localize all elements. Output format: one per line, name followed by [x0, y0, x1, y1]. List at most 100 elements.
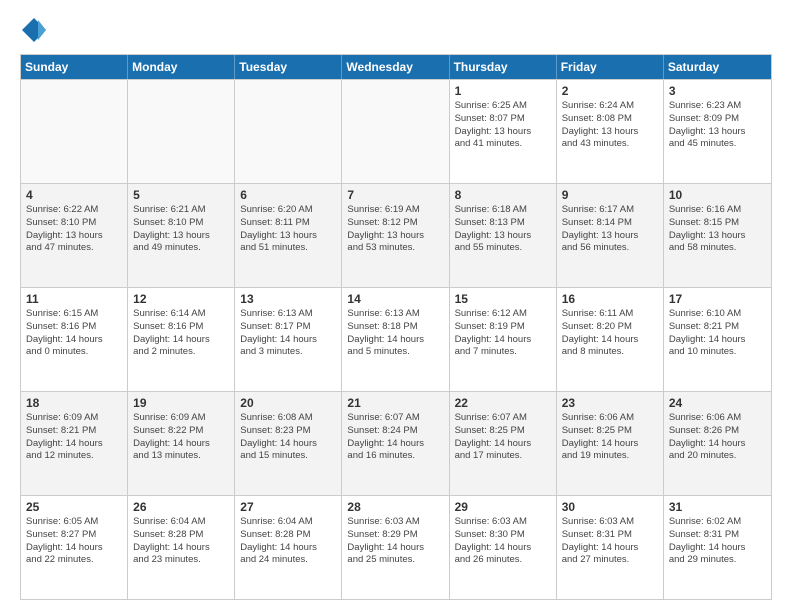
day-info: Sunrise: 6:04 AM Sunset: 8:28 PM Dayligh…: [240, 516, 336, 567]
day-info: Sunrise: 6:19 AM Sunset: 8:12 PM Dayligh…: [347, 204, 443, 255]
day-number: 26: [133, 500, 229, 514]
calendar-cell-11: 8 Sunrise: 6:18 AM Sunset: 8:13 PM Daylig…: [450, 184, 557, 287]
day-number: 31: [669, 500, 766, 514]
day-info: Sunrise: 6:13 AM Sunset: 8:18 PM Dayligh…: [347, 308, 443, 359]
day-number: 10: [669, 188, 766, 202]
day-info: Sunrise: 6:15 AM Sunset: 8:16 PM Dayligh…: [26, 308, 122, 359]
header-day-sunday: Sunday: [21, 55, 128, 79]
day-info: Sunrise: 6:02 AM Sunset: 8:31 PM Dayligh…: [669, 516, 766, 567]
day-number: 20: [240, 396, 336, 410]
day-info: Sunrise: 6:11 AM Sunset: 8:20 PM Dayligh…: [562, 308, 658, 359]
day-number: 14: [347, 292, 443, 306]
calendar-cell-29: 26Sunrise: 6:04 AM Sunset: 8:28 PM Dayli…: [128, 496, 235, 599]
day-number: 21: [347, 396, 443, 410]
day-info: Sunrise: 6:22 AM Sunset: 8:10 PM Dayligh…: [26, 204, 122, 255]
header-day-saturday: Saturday: [664, 55, 771, 79]
page: SundayMondayTuesdayWednesdayThursdayFrid…: [0, 0, 792, 612]
header-day-friday: Friday: [557, 55, 664, 79]
day-number: 1: [455, 84, 551, 98]
day-number: 3: [669, 84, 766, 98]
day-info: Sunrise: 6:08 AM Sunset: 8:23 PM Dayligh…: [240, 412, 336, 463]
day-number: 2: [562, 84, 658, 98]
header-day-wednesday: Wednesday: [342, 55, 449, 79]
day-info: Sunrise: 6:05 AM Sunset: 8:27 PM Dayligh…: [26, 516, 122, 567]
calendar-cell-25: 22Sunrise: 6:07 AM Sunset: 8:25 PM Dayli…: [450, 392, 557, 495]
day-info: Sunrise: 6:03 AM Sunset: 8:31 PM Dayligh…: [562, 516, 658, 567]
day-number: 15: [455, 292, 551, 306]
day-number: 29: [455, 500, 551, 514]
day-info: Sunrise: 6:18 AM Sunset: 8:13 PM Dayligh…: [455, 204, 551, 255]
logo: [20, 16, 52, 44]
day-number: 9: [562, 188, 658, 202]
calendar-cell-10: 7Sunrise: 6:19 AM Sunset: 8:12 PM Daylig…: [342, 184, 449, 287]
calendar-cell-24: 21 Sunrise: 6:07 AM Sunset: 8:24 PM Dayli…: [342, 392, 449, 495]
calendar-header: SundayMondayTuesdayWednesdayThursdayFrid…: [21, 55, 771, 79]
day-info: Sunrise: 6:03 AM Sunset: 8:29 PM Dayligh…: [347, 516, 443, 567]
header-day-thursday: Thursday: [450, 55, 557, 79]
day-number: 28: [347, 500, 443, 514]
header-day-tuesday: Tuesday: [235, 55, 342, 79]
calendar-cell-18: 15 Sunrise: 6:12 AM Sunset: 8:19 PM Dayli…: [450, 288, 557, 391]
calendar-cell-15: 12 Sunrise: 6:14 AM Sunset: 8:16 PM Dayli…: [128, 288, 235, 391]
calendar-cell-6: 3 Sunrise: 6:23 AM Sunset: 8:09 PM Daylig…: [664, 80, 771, 183]
calendar-cell-34: 31 Sunrise: 6:02 AM Sunset: 8:31 PM Dayli…: [664, 496, 771, 599]
day-info: Sunrise: 6:07 AM Sunset: 8:24 PM Dayligh…: [347, 412, 443, 463]
calendar-cell-12: 9 Sunrise: 6:17 AM Sunset: 8:14 PM Daylig…: [557, 184, 664, 287]
day-info: Sunrise: 6:06 AM Sunset: 8:26 PM Dayligh…: [669, 412, 766, 463]
day-info: Sunrise: 6:23 AM Sunset: 8:09 PM Dayligh…: [669, 100, 766, 151]
calendar-cell-20: 17 Sunrise: 6:10 AM Sunset: 8:21 PM Dayli…: [664, 288, 771, 391]
calendar-cell-4: 1 Sunrise: 6:25 AM Sunset: 8:07 PM Daylig…: [450, 80, 557, 183]
day-number: 19: [133, 396, 229, 410]
day-info: Sunrise: 6:12 AM Sunset: 8:19 PM Dayligh…: [455, 308, 551, 359]
calendar-cell-17: 14 Sunrise: 6:13 AM Sunset: 8:18 PM Dayli…: [342, 288, 449, 391]
day-info: Sunrise: 6:21 AM Sunset: 8:10 PM Dayligh…: [133, 204, 229, 255]
calendar-cell-14: 11 Sunrise: 6:15 AM Sunset: 8:16 PM Dayli…: [21, 288, 128, 391]
calendar-row-1: 1 Sunrise: 6:25 AM Sunset: 8:07 PM Daylig…: [21, 79, 771, 183]
day-number: 4: [26, 188, 122, 202]
calendar-row-4: 18 Sunrise: 6:09 AM Sunset: 8:21 PM Dayli…: [21, 391, 771, 495]
day-number: 5: [133, 188, 229, 202]
day-info: Sunrise: 6:24 AM Sunset: 8:08 PM Dayligh…: [562, 100, 658, 151]
day-info: Sunrise: 6:07 AM Sunset: 8:25 PM Dayligh…: [455, 412, 551, 463]
day-number: 17: [669, 292, 766, 306]
day-info: Sunrise: 6:20 AM Sunset: 8:11 PM Dayligh…: [240, 204, 336, 255]
calendar-cell-0: [21, 80, 128, 183]
day-number: 23: [562, 396, 658, 410]
calendar-cell-30: 27 Sunrise: 6:04 AM Sunset: 8:28 PM Dayli…: [235, 496, 342, 599]
calendar-cell-27: 24 Sunrise: 6:06 AM Sunset: 8:26 PM Dayli…: [664, 392, 771, 495]
calendar-cell-31: 28 Sunrise: 6:03 AM Sunset: 8:29 PM Dayli…: [342, 496, 449, 599]
day-info: Sunrise: 6:14 AM Sunset: 8:16 PM Dayligh…: [133, 308, 229, 359]
day-info: Sunrise: 6:13 AM Sunset: 8:17 PM Dayligh…: [240, 308, 336, 359]
header-day-monday: Monday: [128, 55, 235, 79]
calendar-cell-23: 20 Sunrise: 6:08 AM Sunset: 8:23 PM Dayli…: [235, 392, 342, 495]
calendar-cell-7: 4 Sunrise: 6:22 AM Sunset: 8:10 PM Daylig…: [21, 184, 128, 287]
day-info: Sunrise: 6:09 AM Sunset: 8:22 PM Dayligh…: [133, 412, 229, 463]
day-number: 12: [133, 292, 229, 306]
day-number: 16: [562, 292, 658, 306]
day-number: 18: [26, 396, 122, 410]
day-number: 8: [455, 188, 551, 202]
calendar-cell-16: 13 Sunrise: 6:13 AM Sunset: 8:17 PM Dayli…: [235, 288, 342, 391]
calendar-cell-28: 25 Sunrise: 6:05 AM Sunset: 8:27 PM Dayli…: [21, 496, 128, 599]
day-info: Sunrise: 6:17 AM Sunset: 8:14 PM Dayligh…: [562, 204, 658, 255]
calendar-cell-3: [342, 80, 449, 183]
day-number: 13: [240, 292, 336, 306]
day-info: Sunrise: 6:03 AM Sunset: 8:30 PM Dayligh…: [455, 516, 551, 567]
day-number: 6: [240, 188, 336, 202]
day-number: 25: [26, 500, 122, 514]
day-info: Sunrise: 6:25 AM Sunset: 8:07 PM Dayligh…: [455, 100, 551, 151]
calendar-cell-33: 30 Sunrise: 6:03 AM Sunset: 8:31 PM Dayli…: [557, 496, 664, 599]
day-info: Sunrise: 6:09 AM Sunset: 8:21 PM Dayligh…: [26, 412, 122, 463]
day-number: 27: [240, 500, 336, 514]
calendar-body: 1 Sunrise: 6:25 AM Sunset: 8:07 PM Daylig…: [21, 79, 771, 599]
day-number: 11: [26, 292, 122, 306]
day-info: Sunrise: 6:10 AM Sunset: 8:21 PM Dayligh…: [669, 308, 766, 359]
calendar-cell-9: 6 Sunrise: 6:20 AM Sunset: 8:11 PM Daylig…: [235, 184, 342, 287]
day-number: 30: [562, 500, 658, 514]
calendar-cell-5: 2 Sunrise: 6:24 AM Sunset: 8:08 PM Daylig…: [557, 80, 664, 183]
day-number: 24: [669, 396, 766, 410]
calendar-cell-1: [128, 80, 235, 183]
calendar-cell-19: 16 Sunrise: 6:11 AM Sunset: 8:20 PM Dayli…: [557, 288, 664, 391]
calendar-cell-8: 5 Sunrise: 6:21 AM Sunset: 8:10 PM Daylig…: [128, 184, 235, 287]
calendar-row-5: 25 Sunrise: 6:05 AM Sunset: 8:27 PM Dayli…: [21, 495, 771, 599]
